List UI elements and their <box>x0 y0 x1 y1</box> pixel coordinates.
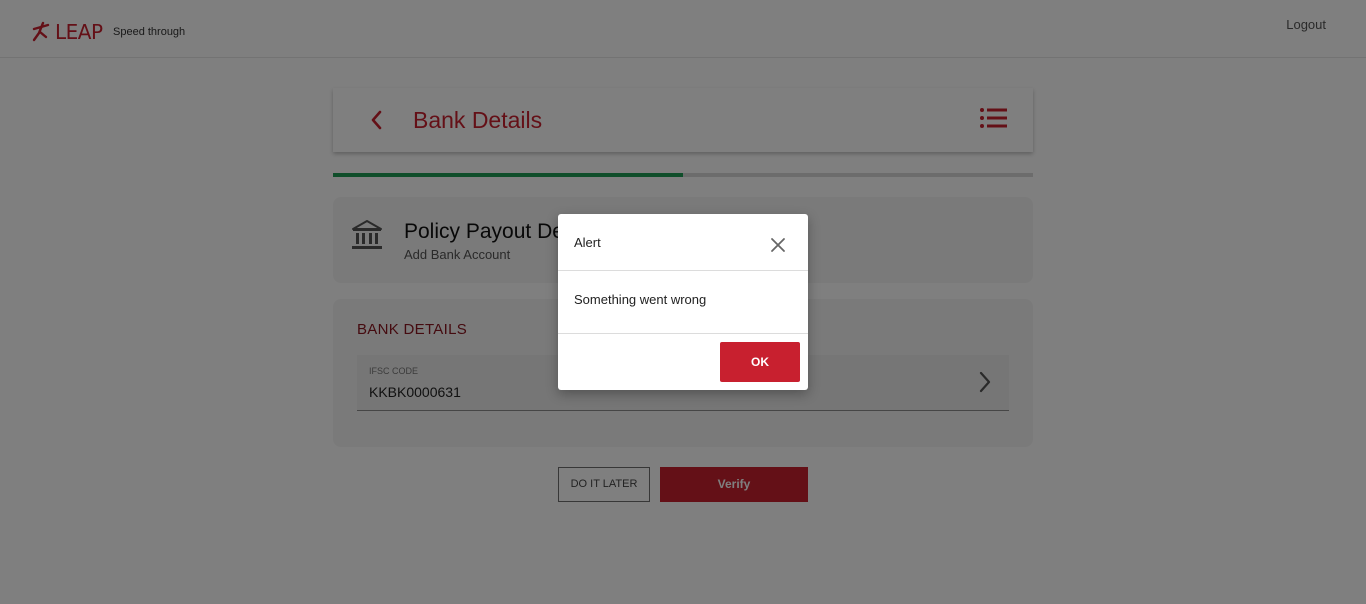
ok-button[interactable]: OK <box>720 342 800 382</box>
alert-body: Something went wrong <box>558 271 808 334</box>
close-icon[interactable] <box>770 237 786 253</box>
alert-message: Something went wrong <box>574 292 707 307</box>
alert-title: Alert <box>574 235 601 250</box>
alert-dialog: Alert Something went wrong OK <box>558 214 808 390</box>
alert-header: Alert <box>558 214 808 271</box>
